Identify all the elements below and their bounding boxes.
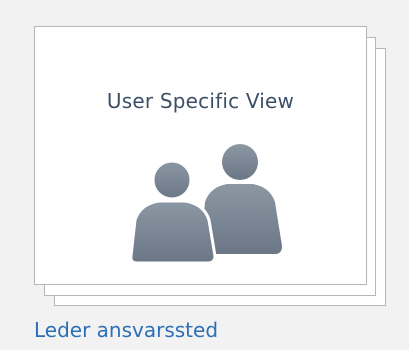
users-icon — [129, 144, 282, 264]
tile-title: User Specific View — [106, 89, 295, 113]
user-view-tile[interactable]: User Specific View — [0, 0, 409, 350]
tile-link[interactable]: Leder ansvarssted — [34, 318, 218, 342]
